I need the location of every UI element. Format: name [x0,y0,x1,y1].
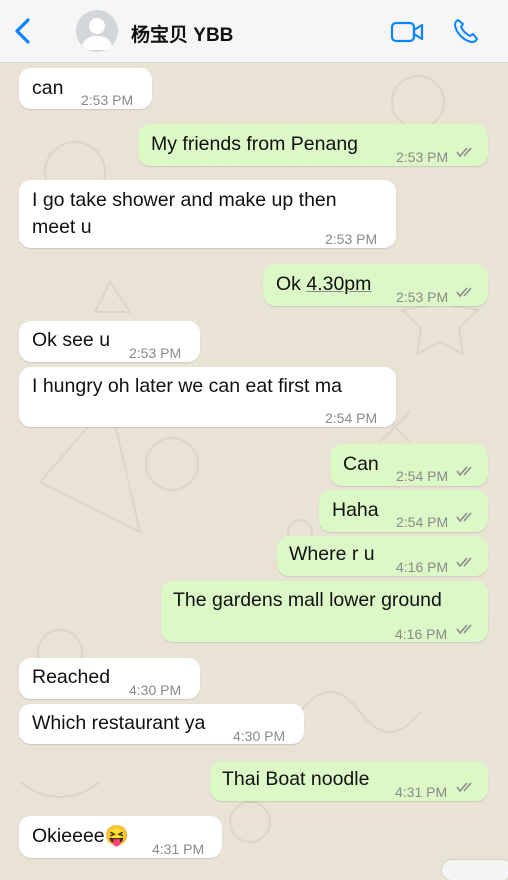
read-ticks-icon [456,512,472,523]
message-text: I hungry oh later we can eat first ma [32,375,342,397]
incoming-message[interactable]: Which restaurant ya 4:30 PM [19,704,304,744]
message-time: 2:53 PM [81,92,134,108]
message-time: 4:16 PM [396,559,449,575]
message-text: Can [343,453,379,475]
message-text: Where r u [289,543,375,565]
outgoing-message[interactable]: Can 2:54 PM [330,444,488,486]
message-text: The gardens mall lower ground [173,589,442,611]
incoming-message[interactable]: Reached 4:30 PM [19,658,200,699]
time-link[interactable]: 4.30pm [306,273,371,295]
message-text: Ok see u [32,329,111,351]
incoming-message[interactable]: I hungry oh later we can eat first ma 2:… [19,367,396,427]
message-time: 4:16 PM [395,626,448,642]
message-time: 4:31 PM [152,841,205,857]
avatar[interactable] [76,10,118,52]
default-avatar-icon [81,18,113,50]
message-text: I go take shower and make up then [32,189,337,211]
read-ticks-icon [456,287,472,298]
contact-name[interactable]: 杨宝贝 YBB [131,20,233,47]
message-time: 4:30 PM [233,728,286,744]
message-time: 2:53 PM [396,289,449,305]
outgoing-message[interactable]: Thai Boat noodle 4:31 PM [210,761,488,801]
incoming-message[interactable]: Okieeee😝 4:31 PM [19,816,222,858]
phone-call-icon[interactable] [452,17,480,45]
outgoing-message[interactable]: Where r u 4:16 PM [277,536,488,576]
read-ticks-icon [456,147,472,158]
read-ticks-icon [456,782,472,793]
message-time: 2:54 PM [396,514,449,530]
message-text: Okieeee😝 [32,825,129,847]
back-chevron-icon[interactable] [12,16,34,46]
read-ticks-icon [456,466,472,477]
message-text: Which restaurant ya [32,712,206,734]
message-time: 2:54 PM [325,410,378,426]
read-ticks-icon [456,557,472,568]
message-time: 2:53 PM [396,149,449,165]
outgoing-message[interactable]: Haha 2:54 PM [319,490,488,532]
message-text: can [32,77,64,99]
message-time: 4:30 PM [129,682,182,698]
tongue-emoji: 😝 [104,825,129,847]
read-ticks-icon [456,624,472,635]
scroll-to-bottom-button[interactable] [442,860,508,880]
message-text-line2: meet u [32,216,92,238]
chat-header: 杨宝贝 YBB [0,0,508,63]
incoming-message[interactable]: Ok see u 2:53 PM [19,321,200,362]
message-time: 2:54 PM [396,468,449,484]
message-time: 2:53 PM [325,231,378,247]
message-text: Thai Boat noodle [222,768,370,790]
message-text: Ok 4.30pm [276,273,372,295]
outgoing-message[interactable]: Ok 4.30pm 2:53 PM [263,264,488,306]
message-time: 2:53 PM [129,345,182,361]
message-text: Reached [32,666,111,688]
message-text: Haha [332,499,379,521]
message-time: 4:31 PM [395,784,448,800]
outgoing-message[interactable]: The gardens mall lower ground 4:16 PM [161,581,488,642]
message-text: My friends from Penang [151,133,359,155]
outgoing-message[interactable]: My friends from Penang 2:53 PM [138,124,488,166]
incoming-message[interactable]: can 2:53 PM [19,68,152,109]
video-call-icon[interactable] [390,20,424,44]
incoming-message[interactable]: I go take shower and make up then meet u… [19,180,396,248]
